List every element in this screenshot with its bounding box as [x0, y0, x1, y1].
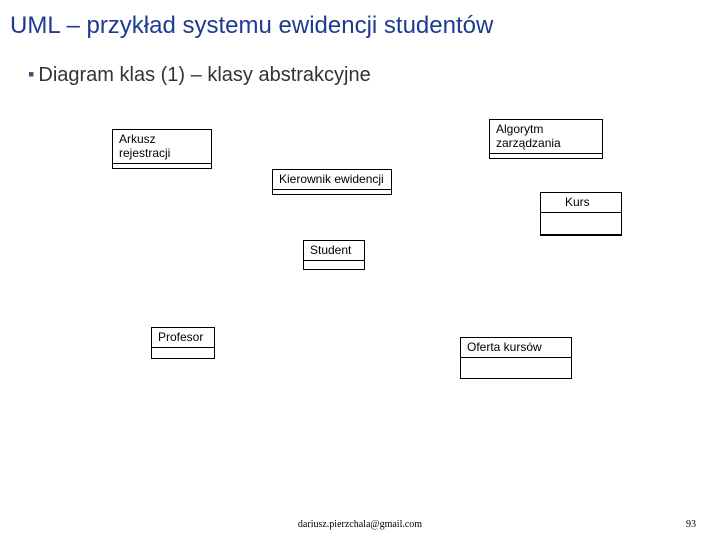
class-name: Algorytm zarządzania [490, 120, 602, 154]
bullet-icon: ▪ [28, 64, 34, 85]
class-arkusz: Arkusz rejestracji [112, 129, 212, 169]
class-name: Oferta kursów [461, 338, 571, 358]
class-attrs [152, 348, 214, 358]
subtitle: Diagram klas (1) – klasy abstrakcyjne [38, 64, 370, 87]
class-ops [490, 154, 602, 158]
class-name: Kurs [541, 193, 621, 213]
class-attrs [304, 261, 364, 269]
class-attrs [461, 358, 571, 378]
diagram-canvas: Arkusz rejestracji Algorytm zarządzania … [0, 87, 720, 487]
class-name: Student [304, 241, 364, 261]
class-name: Arkusz rejestracji [113, 130, 211, 164]
footer-email: dariusz.pierzchala@gmail.com [298, 519, 422, 530]
class-name: Kierownik ewidencji [273, 170, 391, 190]
subtitle-row: ▪ Diagram klas (1) – klasy abstrakcyjne [0, 46, 720, 87]
class-algorytm: Algorytm zarządzania [489, 119, 603, 159]
class-kurs: Kurs [540, 192, 622, 236]
class-ops [113, 164, 211, 168]
class-attrs [541, 213, 621, 235]
class-student: Student [303, 240, 365, 270]
class-oferta: Oferta kursów [460, 337, 572, 379]
class-name: Profesor [152, 328, 214, 348]
class-ops [273, 190, 391, 194]
page-number: 93 [686, 519, 696, 530]
page-title: UML – przykład systemu ewidencji student… [0, 0, 720, 46]
class-profesor: Profesor [151, 327, 215, 359]
class-kierownik: Kierownik ewidencji [272, 169, 392, 195]
